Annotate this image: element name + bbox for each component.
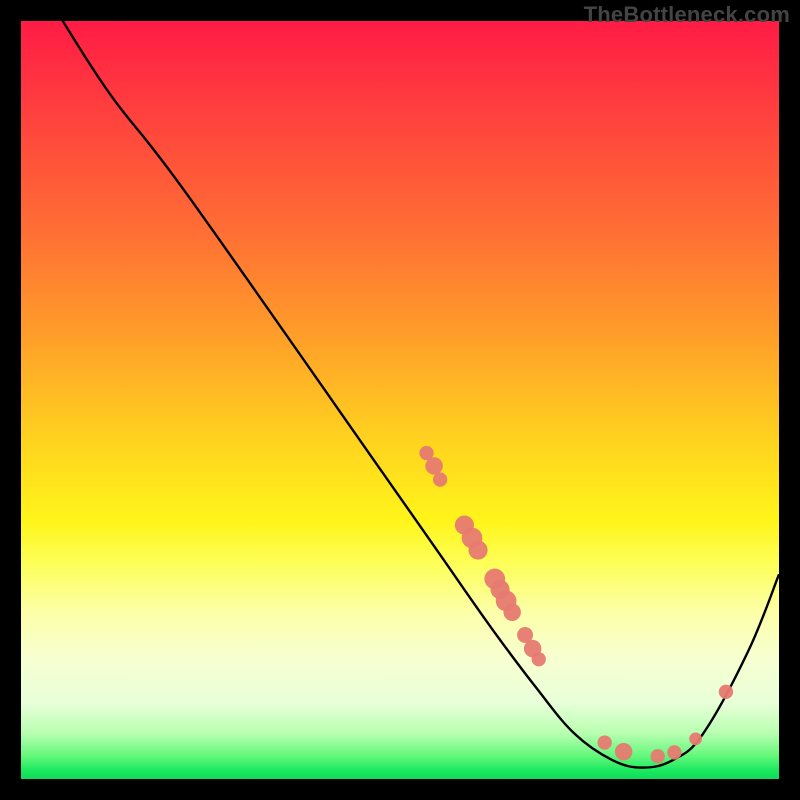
data-marker [598,735,612,749]
chart-stage: TheBottleneck.com [0,0,800,800]
data-marker [667,745,681,759]
plot-area [21,21,779,779]
chart-svg [21,21,779,779]
watermark-label: TheBottleneck.com [584,2,790,28]
data-marker [425,457,443,475]
data-marker [469,541,488,560]
data-marker [651,749,665,763]
data-marker [615,743,633,761]
data-markers [419,446,733,764]
data-marker [503,603,521,621]
data-marker [689,732,702,745]
data-marker [719,685,733,699]
data-marker [433,472,447,486]
data-marker [532,652,546,666]
primary-curve [63,21,779,768]
